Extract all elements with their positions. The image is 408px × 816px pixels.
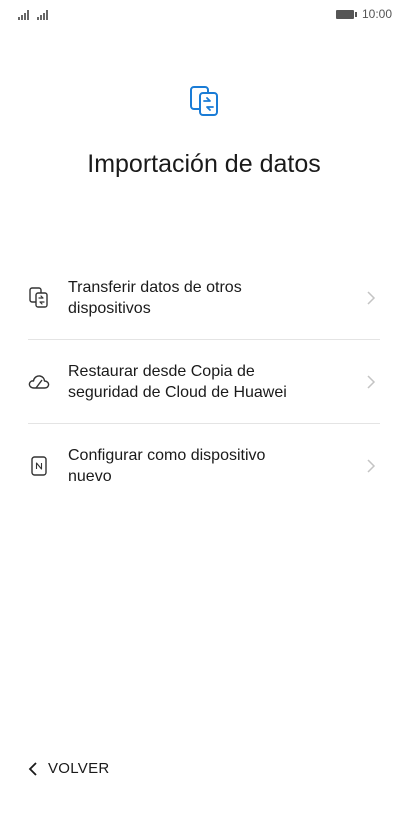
back-label: VOLVER [48,760,110,777]
option-label: Restaurar desde Copia de seguridad de Cl… [68,362,287,401]
signal-strength-icon [37,10,48,20]
back-button[interactable]: VOLVER [28,760,110,777]
chevron-left-icon [28,761,37,776]
signal-strength-icon [18,10,29,20]
chevron-right-icon [367,459,376,473]
status-right: 10:00 [335,7,392,21]
phone-transfer-icon [190,86,218,116]
cloud-icon [28,371,50,393]
option-label: Transferir datos de otros dispositivos [68,278,242,317]
screen: 10:00 Importación de datos Transferir da… [0,0,408,816]
chevron-right-icon [367,290,376,305]
import-options-list: Transferir datos de otros dispositivos R… [28,256,380,508]
phone-transfer-icon [28,286,50,309]
page-title: Importación de datos [87,150,321,178]
battery-icon [335,9,357,19]
clock: 10:00 [361,7,392,21]
status-bar: 10:00 [0,0,408,28]
option-set-up-as-new-device[interactable]: Configurar como dispositivo nuevo [28,424,380,508]
option-transfer-from-other-devices[interactable]: Transferir datos de otros dispositivos [28,256,380,340]
signal-indicators [18,8,48,20]
nfc-card-icon [28,455,50,477]
option-restore-from-cloud-backup[interactable]: Restaurar desde Copia de seguridad de Cl… [28,340,380,424]
option-label: Configurar como dispositivo nuevo [68,447,266,485]
chevron-right-icon [367,374,376,389]
